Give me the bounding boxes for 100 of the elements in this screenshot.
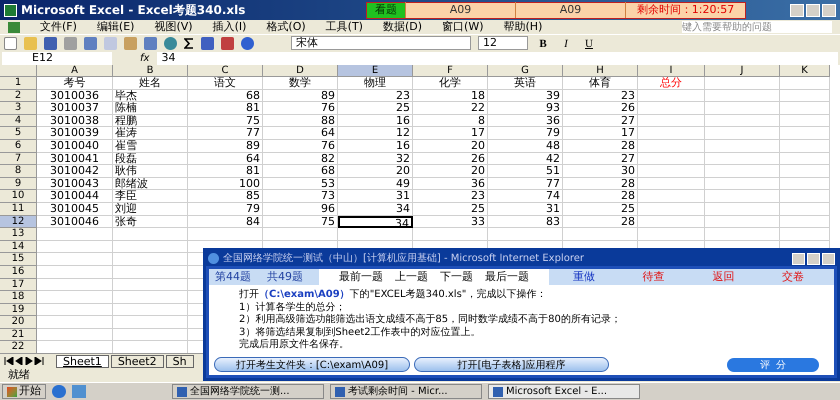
table-cell: 25 xyxy=(563,202,638,216)
row-header[interactable]: 3 xyxy=(0,102,37,115)
nav-link[interactable]: 最后一题 xyxy=(485,268,529,286)
column-header[interactable]: K xyxy=(780,65,830,77)
table-cell: 32 xyxy=(338,152,413,166)
sheet-tab[interactable]: Sheet1 xyxy=(56,355,109,368)
taskbar-item[interactable]: 考试剩余时间 - Micr... xyxy=(330,384,482,399)
font-select[interactable]: 宋体 xyxy=(291,36,471,50)
question-counter: 第44题 xyxy=(215,268,252,285)
table-cell: 33 xyxy=(413,216,488,228)
action-link[interactable]: 返回 xyxy=(712,268,734,286)
row-header[interactable]: 21 xyxy=(0,328,37,342)
table-cell: 93 xyxy=(488,102,563,115)
column-header[interactable]: F xyxy=(413,65,488,77)
row-header[interactable]: 6 xyxy=(0,140,37,153)
table-cell: 64 xyxy=(263,127,338,140)
table-cell: 3010046 xyxy=(37,216,113,228)
row-header[interactable]: 2 xyxy=(0,90,37,102)
row-header[interactable]: 10 xyxy=(0,190,37,203)
row-header[interactable]: 20 xyxy=(0,316,37,329)
name-box[interactable]: E12 xyxy=(2,52,112,64)
row-header[interactable]: 16 xyxy=(0,266,37,278)
row-header[interactable]: 19 xyxy=(0,304,37,316)
taskbar-item[interactable]: Microsoft Excel - E... xyxy=(488,384,640,399)
row-header[interactable]: 18 xyxy=(0,291,37,304)
table-cell: 30 xyxy=(563,165,638,178)
row-header[interactable]: 1 xyxy=(0,77,37,90)
table-cell: 18 xyxy=(413,90,488,102)
column-header[interactable]: E xyxy=(338,65,413,77)
empty-cell xyxy=(638,216,705,228)
row-header[interactable]: 4 xyxy=(0,114,37,128)
row-header[interactable]: 11 xyxy=(0,202,37,216)
taskbar-item[interactable]: 全国网络学院统一测... xyxy=(172,384,324,399)
menu-item[interactable]: 文件(F) xyxy=(40,18,77,36)
font-size-select[interactable]: 12 xyxy=(478,36,528,50)
sheet-tab[interactable]: Sh xyxy=(166,355,194,368)
formula-field[interactable]: 34 xyxy=(157,52,838,64)
table-cell: 崔涛 xyxy=(113,127,188,140)
row-header[interactable]: 7 xyxy=(0,152,37,166)
format-button[interactable]: U xyxy=(581,36,597,50)
open-button[interactable]: 打开考生文件夹：[C:\exam\A09] xyxy=(214,357,410,372)
start-button[interactable]: 开始 xyxy=(2,384,46,399)
column-header[interactable]: I xyxy=(638,65,705,77)
corner-cell[interactable] xyxy=(0,65,37,77)
table-cell: 79 xyxy=(488,127,563,140)
format-button[interactable]: B xyxy=(535,36,551,50)
function-label[interactable]: fx xyxy=(140,50,150,66)
open-button[interactable]: 打开[电子表格]应用程序 xyxy=(414,357,609,372)
menu-item[interactable]: 窗口(W) xyxy=(442,18,484,36)
row-header[interactable]: 9 xyxy=(0,178,37,190)
menu-item[interactable]: 数据(D) xyxy=(382,18,422,36)
action-link[interactable]: 待查 xyxy=(642,268,665,286)
table-cell: 89 xyxy=(188,140,263,153)
table-cell: 79 xyxy=(188,202,263,216)
row-header[interactable]: 22 xyxy=(0,341,37,353)
sheet-tab[interactable]: Sheet2 xyxy=(110,355,164,368)
column-header[interactable]: A xyxy=(37,65,113,77)
row-header[interactable]: 13 xyxy=(0,228,37,241)
nav-link[interactable]: 下一题 xyxy=(440,268,473,286)
table-cell: 崔雪 xyxy=(113,140,188,153)
empty-cell xyxy=(780,216,830,228)
tab-scroll-icon[interactable] xyxy=(4,357,44,365)
menu-item[interactable]: 视图(V) xyxy=(154,18,193,36)
column-header[interactable]: H xyxy=(563,65,638,77)
action-link[interactable]: 重做 xyxy=(572,268,595,286)
column-header[interactable]: B xyxy=(113,65,188,77)
table-cell: 49 xyxy=(338,178,413,190)
row-header[interactable]: 14 xyxy=(0,240,37,254)
empty-cell xyxy=(780,190,830,203)
format-button[interactable]: I xyxy=(558,36,574,50)
column-header[interactable]: C xyxy=(188,65,263,77)
menu-item[interactable]: 工具(T) xyxy=(326,18,363,36)
column-header[interactable]: G xyxy=(488,65,563,77)
nav-link[interactable]: 最前一题 xyxy=(339,268,383,286)
row-header[interactable]: 5 xyxy=(0,127,37,140)
row-header[interactable]: 15 xyxy=(0,253,37,266)
table-cell: 82 xyxy=(263,152,338,166)
row-header[interactable]: 12 xyxy=(0,216,37,228)
menu-item[interactable]: 帮助(H) xyxy=(504,18,542,36)
column-header[interactable]: J xyxy=(705,65,780,77)
row-header[interactable]: 8 xyxy=(0,165,37,178)
table-cell: 3010043 xyxy=(37,178,113,190)
score-button[interactable]: 评 分 xyxy=(727,358,819,372)
row-header[interactable]: 17 xyxy=(0,278,37,292)
table-cell: 3010039 xyxy=(37,127,113,140)
instruction-text: 完成后用原文件名保存。 xyxy=(239,339,350,352)
menu-item[interactable]: 格式(O) xyxy=(266,18,306,36)
action-link[interactable]: 交卷 xyxy=(782,268,804,286)
column-header[interactable]: D xyxy=(263,65,338,77)
table-cell: 20 xyxy=(338,165,413,178)
nav-link[interactable]: 上一题 xyxy=(395,268,428,286)
empty-cell xyxy=(780,102,830,115)
table-cell: 3010036 xyxy=(37,90,113,102)
table-cell: 34 xyxy=(338,202,413,216)
exam-field: A09 xyxy=(405,2,515,18)
table-cell: 3010037 xyxy=(37,102,113,115)
menu-item[interactable]: 插入(I) xyxy=(212,18,246,36)
menu-item[interactable]: 编辑(E) xyxy=(96,18,134,36)
help-field[interactable]: 键入需要帮助的问题 xyxy=(682,21,832,33)
sum-icon[interactable] xyxy=(184,38,194,48)
